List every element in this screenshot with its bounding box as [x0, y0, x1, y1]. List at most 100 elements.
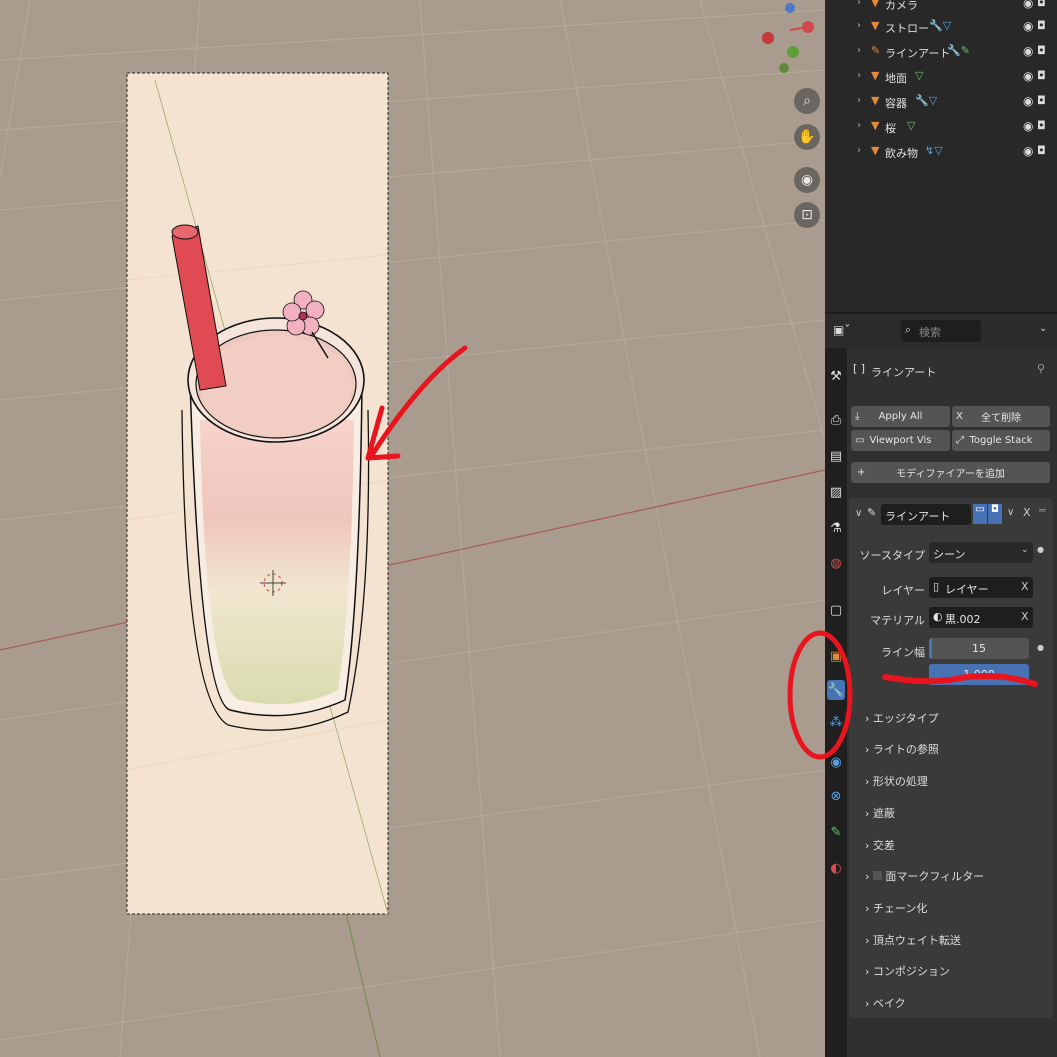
section-chaining[interactable]: › チェーン化	[865, 900, 927, 916]
particles-tab-icon[interactable]: ⁂	[827, 712, 845, 732]
modifier-wrench-icon: ↯▽	[925, 144, 943, 157]
physics-tab-icon[interactable]: ◉	[827, 752, 845, 772]
outliner-row[interactable]: › ▼ 飲み物 ↯▽ ◉ ◘	[825, 140, 1057, 164]
modifier-name-field[interactable]: ラインアート	[881, 504, 971, 525]
outliner[interactable]: › ▼ カメラ ◉ ◘ › ▼ ストロー 🔧▽ ◉ ◘ › ✎ ラインアート 🔧✎ …	[825, 0, 1057, 312]
section-bake[interactable]: › ベイク	[865, 995, 906, 1011]
scene-tab-icon[interactable]: ⚗	[827, 518, 845, 538]
outliner-row[interactable]: › ▼ 地面 ▽ ◉ ◘	[825, 65, 1057, 89]
render-camera-icon[interactable]: ◘	[1037, 144, 1046, 157]
close-icon[interactable]: X	[1021, 580, 1029, 593]
section-composition[interactable]: › コンポジション	[865, 963, 950, 979]
realtime-toggle-icon[interactable]: ▭	[973, 504, 987, 524]
search-icon: ⌕	[905, 323, 912, 336]
apply-all-button[interactable]: ⤓ Apply All	[851, 406, 950, 427]
delete-all-button[interactable]: X 全て削除	[952, 406, 1050, 427]
render-toggle-icon[interactable]: ◘	[988, 504, 1002, 524]
chevron-right-icon[interactable]: ›	[857, 145, 861, 156]
section-intersection[interactable]: › 交差	[865, 837, 895, 853]
properties-tabs: ⚒ ⎙ ▤ ▨ ⚗ ◍ ▢ ▣ 🔧 ⁂ ◉ ⊗ ✎ ◐	[825, 348, 847, 1057]
tool-tab-icon[interactable]: ⚒	[827, 366, 845, 386]
source-type-select[interactable]: シーン ⌄	[929, 542, 1033, 563]
viewport-scene	[0, 0, 825, 1057]
keyframe-dot-icon[interactable]: ●	[1037, 545, 1044, 554]
close-icon[interactable]: X	[1021, 610, 1029, 623]
render-camera-icon[interactable]: ◘	[1037, 119, 1046, 132]
section-face-mark-filter[interactable]: › 面マークフィルター	[865, 868, 984, 884]
add-modifier-button[interactable]: + モディファイアーを追加	[851, 462, 1050, 483]
outliner-row[interactable]: › ▼ 桜 ▽ ◉ ◘	[825, 115, 1057, 139]
camera-view-icon[interactable]: ◉	[794, 167, 820, 193]
collection-tab-icon[interactable]: ▢	[827, 600, 845, 620]
material-tab-icon[interactable]: ◐	[827, 858, 845, 878]
object-name: ラインアート	[871, 366, 937, 379]
section-occlusion[interactable]: › 遮蔽	[865, 805, 895, 821]
editor-type-icon[interactable]: ▣ˇ	[833, 323, 850, 337]
keyframe-dot-icon[interactable]: ●	[1037, 643, 1044, 652]
eye-icon[interactable]: ◉	[1023, 44, 1033, 58]
modifier-wrench-icon: 🔧▽	[915, 94, 938, 107]
chevron-down-icon: ⌄	[1021, 545, 1029, 555]
eye-icon[interactable]: ◉	[1023, 19, 1033, 33]
viewport-vis-button[interactable]: ▭ Viewport Vis	[851, 430, 950, 451]
render-camera-icon[interactable]: ◘	[1037, 19, 1046, 32]
section-vertex-weight-transfer[interactable]: › 頂点ウェイト転送	[865, 932, 961, 948]
render-camera-icon[interactable]: ◘	[1037, 94, 1046, 107]
pin-icon[interactable]: ⚲	[1037, 362, 1045, 375]
eye-icon[interactable]: ◉	[1023, 119, 1033, 133]
eye-icon[interactable]: ◉	[1023, 94, 1033, 108]
drag-handle-icon[interactable]: ═	[1039, 504, 1046, 517]
material-sphere-icon: ◐	[933, 610, 943, 623]
data-tab-icon[interactable]: ✎	[827, 822, 845, 842]
3d-viewport[interactable]: ⌕ ✋ ◉ ⊡	[0, 0, 825, 1057]
eye-icon[interactable]: ◉	[1023, 69, 1033, 83]
chevron-down-icon[interactable]: ⌄	[1039, 323, 1047, 334]
lineart-modifier-icon: ✎	[867, 506, 877, 519]
chevron-down-icon[interactable]: ∨	[1007, 507, 1014, 518]
object-tab-icon[interactable]: ▣	[827, 646, 845, 666]
mesh-object-icon: ▼	[871, 94, 880, 107]
lock-icon[interactable]: ⊡	[794, 202, 820, 228]
search-input[interactable]: ⌕ 検索	[901, 320, 981, 342]
checkbox[interactable]	[872, 871, 882, 880]
chevron-down-icon[interactable]: ∨	[855, 508, 862, 519]
chevron-right-icon[interactable]: ›	[857, 120, 861, 131]
render-tab-icon[interactable]: ⎙	[827, 410, 845, 430]
modifier-wrench-icon: 🔧▽	[929, 19, 952, 32]
download-icon: ⤓	[855, 411, 860, 422]
opacity-slider[interactable]: 1.000	[929, 664, 1029, 685]
eye-icon[interactable]: ◉	[1023, 0, 1033, 10]
outliner-row[interactable]: › ▼ ストロー 🔧▽ ◉ ◘	[825, 15, 1057, 39]
layer-field[interactable]: ▯ レイヤー X	[929, 577, 1033, 598]
chevron-right-icon[interactable]: ›	[857, 20, 861, 31]
outliner-row[interactable]: › ✎ ラインアート 🔧✎ ◉ ◘	[825, 40, 1057, 64]
modifier-tab-icon[interactable]: 🔧	[827, 680, 845, 700]
line-width-slider[interactable]: 15	[929, 638, 1029, 659]
render-camera-icon[interactable]: ◘	[1037, 0, 1046, 9]
section-edge-types[interactable]: › エッジタイプ	[865, 710, 939, 726]
view-layer-tab-icon[interactable]: ▨	[827, 482, 845, 502]
close-icon[interactable]: X	[1023, 506, 1031, 519]
mesh-data-icon: ▽	[907, 119, 916, 132]
section-geometry-processing[interactable]: › 形状の処理	[865, 773, 928, 789]
chevron-right-icon[interactable]: ›	[857, 70, 861, 81]
zoom-icon[interactable]: ⌕	[794, 88, 820, 114]
toggle-stack-button[interactable]: ⤢ Toggle Stack	[952, 430, 1050, 451]
chevron-right-icon[interactable]: ›	[857, 95, 861, 106]
grease-pencil-data-icon: 🔧✎	[947, 44, 970, 57]
eye-icon[interactable]: ◉	[1023, 144, 1033, 158]
outliner-row[interactable]: › ▼ カメラ ◉ ◘	[825, 0, 1057, 16]
material-field[interactable]: ◐ 黒.002 X	[929, 607, 1033, 628]
chevron-right-icon[interactable]: ›	[857, 45, 861, 56]
constraints-tab-icon[interactable]: ⊗	[827, 786, 845, 806]
hand-pan-icon[interactable]: ✋	[794, 124, 820, 150]
output-tab-icon[interactable]: ▤	[827, 446, 845, 466]
outliner-row[interactable]: › ▼ 容器 🔧▽ ◉ ◘	[825, 90, 1057, 114]
section-light-reference[interactable]: › ライトの参照	[865, 741, 939, 757]
render-camera-icon[interactable]: ◘	[1037, 69, 1046, 82]
world-tab-icon[interactable]: ◍	[827, 553, 845, 573]
x-axis-line	[0, 469, 825, 651]
properties-header: ▣ˇ ⌕ 検索 ⌄	[825, 314, 1057, 348]
render-camera-icon[interactable]: ◘	[1037, 44, 1046, 57]
chevron-right-icon[interactable]: ›	[857, 0, 861, 8]
